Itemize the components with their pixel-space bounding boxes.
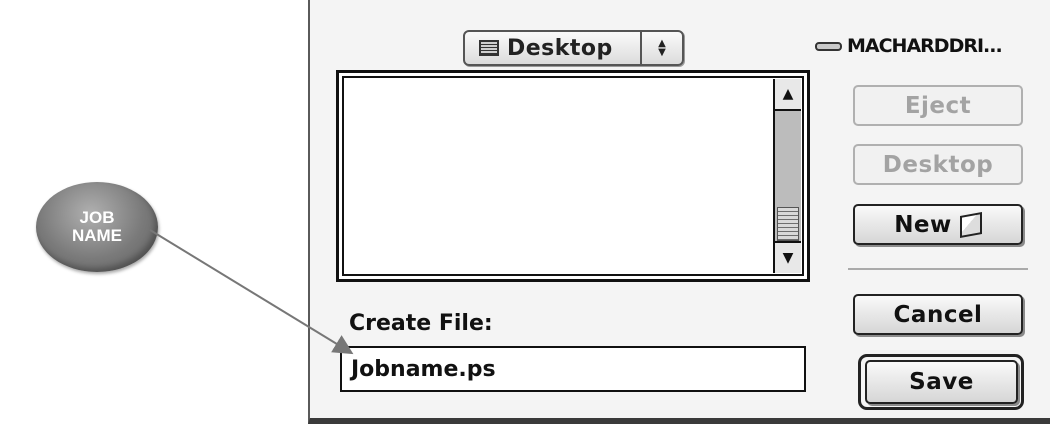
new-folder-icon: [959, 211, 982, 238]
desktop-button[interactable]: Desktop: [853, 144, 1023, 185]
scroll-down-icon[interactable]: ▼: [775, 241, 801, 273]
file-list-scrollbar[interactable]: ▲ ▼: [773, 79, 801, 273]
scroll-up-icon[interactable]: ▲: [775, 79, 801, 111]
new-folder-button[interactable]: New: [853, 204, 1023, 245]
button-divider: [848, 268, 1028, 270]
scroll-thumb[interactable]: [777, 207, 799, 241]
volume-name: MACHARDDRI...: [847, 35, 1003, 57]
filename-field[interactable]: Jobname.ps: [340, 346, 806, 392]
folder-icon: [479, 40, 499, 56]
volume-indicator: MACHARDDRI...: [815, 35, 1003, 57]
location-popup-label: Desktop: [507, 35, 613, 61]
save-button[interactable]: Save: [865, 360, 1018, 404]
popup-arrows-icon: ▲ ▼: [640, 32, 682, 64]
location-popup[interactable]: Desktop ▲ ▼: [463, 30, 684, 66]
create-file-label: Create File:: [349, 311, 493, 336]
hard-drive-icon: [815, 41, 842, 51]
eject-button[interactable]: Eject: [853, 85, 1023, 126]
callout-label: JOB NAME: [71, 208, 123, 245]
cancel-button[interactable]: Cancel: [853, 294, 1023, 335]
file-list[interactable]: ▲ ▼: [336, 70, 810, 282]
new-button-label: New: [894, 211, 952, 238]
job-name-callout: JOB NAME: [36, 182, 158, 272]
